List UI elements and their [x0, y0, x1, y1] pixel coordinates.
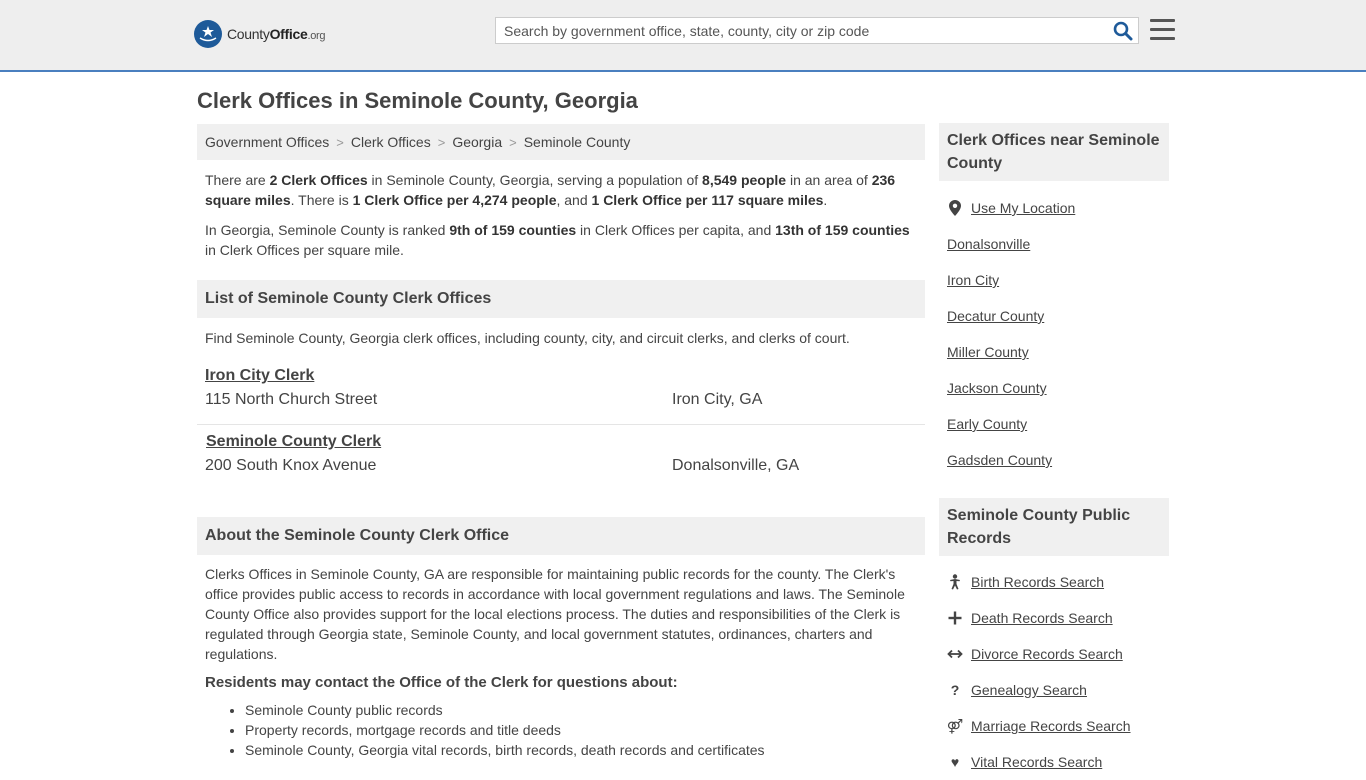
sidebar-item-miller-county[interactable]: Miller County	[939, 334, 1169, 370]
nearby-offices-heading: Clerk Offices near Seminole County	[939, 123, 1169, 181]
nearby-link[interactable]: Iron City	[947, 272, 999, 288]
office-city: Iron City, GA	[672, 391, 763, 408]
breadcrumb-clerk-offices[interactable]: Clerk Offices	[351, 134, 431, 150]
sidebar-item-early-county[interactable]: Early County	[939, 406, 1169, 442]
sidebar-item-vital-records[interactable]: ♥ Vital Records Search	[939, 744, 1169, 780]
question-icon: ?	[950, 682, 960, 698]
sidebar-item-birth-records[interactable]: Birth Records Search	[939, 564, 1169, 600]
sidebar-item-divorce-records[interactable]: Divorce Records Search	[939, 636, 1169, 672]
nearby-link[interactable]: Miller County	[947, 344, 1029, 360]
records-link[interactable]: Death Records Search	[971, 610, 1113, 626]
search-icon	[1113, 21, 1133, 40]
sidebar: Clerk Offices near Seminole County Use M…	[939, 123, 1169, 780]
office-list: Iron City Clerk 115 North Church Street …	[197, 359, 925, 490]
search-input[interactable]	[496, 18, 1108, 43]
hamburger-menu-icon[interactable]	[1150, 19, 1175, 42]
logo-wordmark: CountyOffice.org	[227, 26, 326, 42]
map-pin-icon	[947, 200, 963, 216]
records-link[interactable]: Marriage Records Search	[971, 718, 1131, 734]
search-box	[495, 17, 1139, 44]
about-section-heading: About the Seminole County Clerk Office	[197, 517, 925, 555]
breadcrumb-georgia[interactable]: Georgia	[452, 134, 502, 150]
office-address: 115 North Church Street	[205, 391, 378, 408]
page-title: Clerk Offices in Seminole County, Georgi…	[197, 88, 638, 113]
search-button[interactable]	[1108, 18, 1138, 43]
use-my-location-link[interactable]: Use My Location	[971, 200, 1075, 216]
about-text: Clerks Offices in Seminole County, GA ar…	[205, 566, 905, 662]
sidebar-item-marriage-records[interactable]: ⚤ Marriage Records Search	[939, 708, 1169, 744]
office-name-link[interactable]: Iron City Clerk	[205, 367, 314, 385]
baby-icon	[947, 574, 963, 590]
breadcrumb-government-offices[interactable]: Government Offices	[205, 134, 329, 150]
summary-paragraph-2: In Georgia, Seminole County is ranked 9t…	[205, 222, 910, 258]
sidebar-item-donalsonville[interactable]: Donalsonville	[939, 226, 1169, 262]
cross-icon	[947, 610, 963, 626]
residents-list: Seminole County public records Property …	[197, 700, 925, 760]
list-intro: Find Seminole County, Georgia clerk offi…	[205, 330, 850, 346]
records-link[interactable]: Genealogy Search	[971, 682, 1087, 698]
public-records-list: Birth Records Search Death Records Searc…	[939, 564, 1169, 780]
logo-tld: .org	[307, 30, 326, 42]
site-header: CountyOffice.org	[0, 0, 1366, 72]
nearby-link[interactable]: Gadsden County	[947, 452, 1052, 468]
nearby-offices-list: Use My Location Donalsonville Iron City …	[939, 190, 1169, 478]
sidebar-item-death-records[interactable]: Death Records Search	[939, 600, 1169, 636]
office-city: Donalsonville, GA	[672, 457, 800, 474]
sidebar-item-jackson-county[interactable]: Jackson County	[939, 370, 1169, 406]
list-item: Seminole County, Georgia vital records, …	[245, 740, 925, 760]
breadcrumb-separator: >	[437, 134, 446, 150]
nearby-link[interactable]: Decatur County	[947, 308, 1044, 324]
office-row: Seminole County Clerk 200 South Knox Ave…	[197, 425, 925, 490]
records-link[interactable]: Divorce Records Search	[971, 646, 1123, 662]
list-section-heading: List of Seminole County Clerk Offices	[197, 280, 925, 318]
site-logo[interactable]: CountyOffice.org	[194, 20, 326, 48]
main-content: Government Offices > Clerk Offices > Geo…	[197, 124, 925, 760]
list-item: Property records, mortgage records and t…	[245, 720, 925, 740]
arrows-icon	[947, 646, 963, 662]
breadcrumb: Government Offices > Clerk Offices > Geo…	[197, 124, 925, 160]
logo-county: County	[227, 26, 270, 42]
office-row: Iron City Clerk 115 North Church Street …	[197, 359, 925, 425]
gender-icon: ⚤	[946, 717, 964, 734]
logo-office: Office	[269, 26, 308, 42]
nearby-link[interactable]: Donalsonville	[947, 236, 1030, 252]
sidebar-item-gadsden-county[interactable]: Gadsden County	[939, 442, 1169, 478]
breadcrumb-separator: >	[336, 134, 344, 150]
summary-paragraph-1: There are 2 Clerk Offices in Seminole Co…	[205, 172, 896, 208]
nearby-link[interactable]: Jackson County	[947, 380, 1047, 396]
list-item: Seminole County public records	[245, 700, 925, 720]
sidebar-item-iron-city[interactable]: Iron City	[939, 262, 1169, 298]
sidebar-item-decatur-county[interactable]: Decatur County	[939, 298, 1169, 334]
logo-seal-icon	[194, 20, 222, 48]
public-records-heading: Seminole County Public Records	[939, 498, 1169, 556]
office-name-link[interactable]: Seminole County Clerk	[206, 433, 381, 451]
nearby-link[interactable]: Early County	[947, 416, 1027, 432]
records-link[interactable]: Birth Records Search	[971, 574, 1104, 590]
use-location-item[interactable]: Use My Location	[939, 190, 1169, 226]
office-address: 200 South Knox Avenue	[205, 457, 377, 474]
breadcrumb-seminole-county: Seminole County	[523, 134, 631, 150]
residents-heading: Residents may contact the Office of the …	[205, 674, 678, 691]
breadcrumb-separator: >	[509, 134, 517, 150]
sidebar-item-genealogy[interactable]: ? Genealogy Search	[939, 672, 1169, 708]
